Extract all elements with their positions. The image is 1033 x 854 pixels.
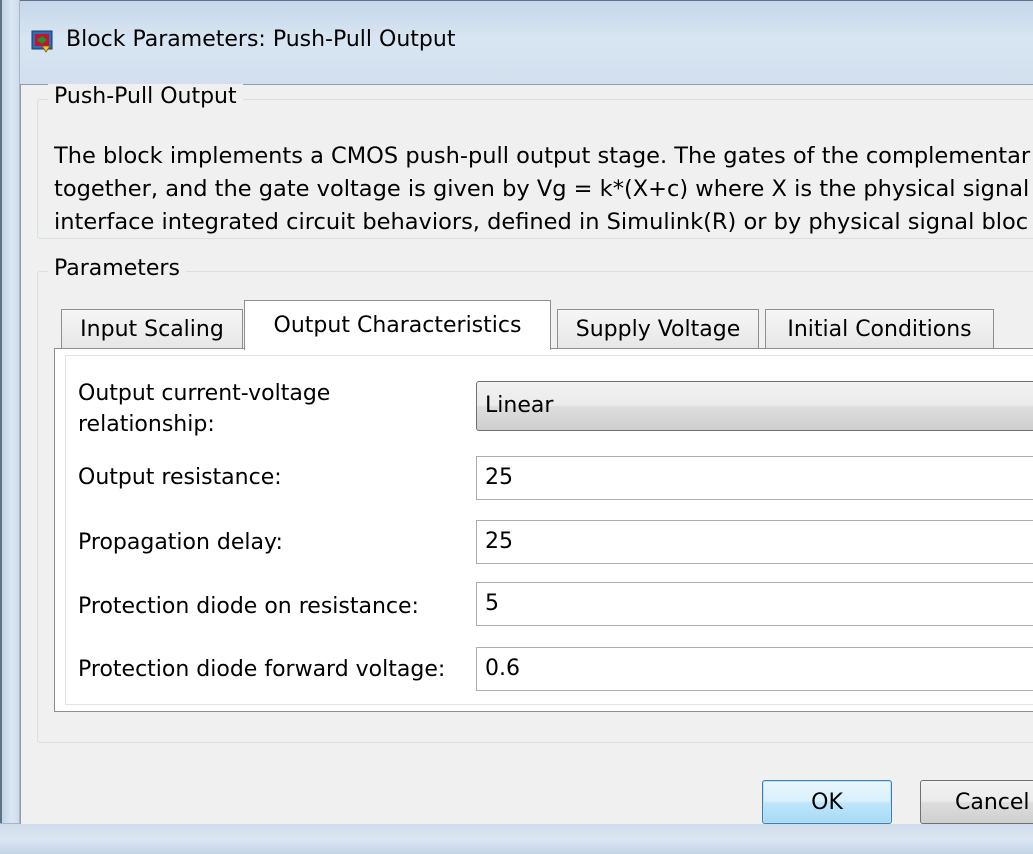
dialog-window: Block Parameters: Push-Pull Output Push-… [0,0,1033,854]
propagation-delay-input[interactable]: 25 [476,520,1033,564]
window-title: Block Parameters: Push-Pull Output [66,27,456,52]
window-frame-bottom [0,823,1033,854]
window-frame-edge [0,0,2,853]
tab-output-characteristics[interactable]: Output Characteristics [244,300,551,350]
description-line: interface integrated circuit behaviors, … [54,209,1029,235]
diode-forward-voltage-input[interactable]: 0.6 [476,647,1033,691]
description-line: together, and the gate voltage is given … [54,176,1030,202]
block-group-title: Push-Pull Output [48,84,243,109]
cancel-button[interactable]: Cancel [920,780,1033,824]
window-frame-left [0,0,20,853]
simulink-block-icon[interactable] [30,28,56,54]
iv-relationship-dropdown[interactable]: Linear [476,381,1033,431]
output-resistance-input[interactable]: 25 [476,456,1033,500]
block-description: The block implements a CMOS push-pull ou… [54,140,1033,239]
parameters-group-title: Parameters [48,256,186,281]
diode-on-resistance-input[interactable]: 5 [476,582,1033,626]
tab-initial-conditions[interactable]: Initial Conditions [765,309,994,349]
ok-button[interactable]: OK [762,780,892,824]
tab-supply-voltage[interactable]: Supply Voltage [557,309,759,349]
tab-input-scaling[interactable]: Input Scaling [61,309,243,349]
description-line: The block implements a CMOS push-pull ou… [54,143,1031,169]
